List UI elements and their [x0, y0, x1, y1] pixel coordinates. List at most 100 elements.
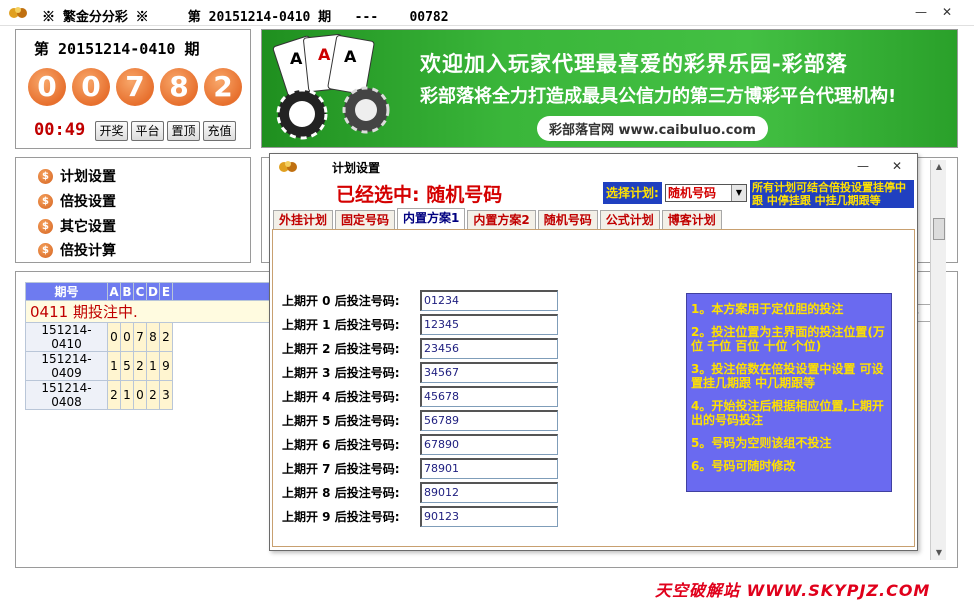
banner-website-link[interactable]: 彩部落官网 www.caibuluo.com: [537, 116, 768, 141]
plan-tabs: 外挂计划 固定号码 内置方案1 内置方案2 随机号码 公式计划 博客计划: [273, 208, 724, 230]
digit-cell: 0: [120, 322, 134, 352]
pin-top-button[interactable]: 置顶: [167, 121, 200, 141]
dialog-title: 计划设置: [332, 161, 381, 175]
info-line: 4。开始投注后根据相应位置,上期开出的号码投注: [691, 399, 884, 427]
coin-icon: $: [38, 218, 53, 234]
column-header: E: [159, 282, 173, 301]
dialog-logo-icon: [279, 161, 297, 172]
info-line: 2。投注位置为主界面的投注位置(万位 千位 百位 十位 个位): [691, 325, 885, 353]
menu-item-multiplier-settings[interactable]: $ 倍投设置: [38, 191, 116, 211]
scroll-thumb[interactable]: [933, 218, 945, 240]
current-issue: 第 20151214-0410 期: [34, 40, 200, 58]
tab-external-plan[interactable]: 外挂计划: [273, 210, 334, 229]
dialog-close-button[interactable]: ✕: [888, 158, 906, 174]
digit-cell: 2: [107, 380, 121, 410]
tab-blog-plan[interactable]: 博客计划: [661, 210, 722, 229]
digit-cell: 1: [107, 351, 121, 381]
tab-random-number[interactable]: 随机号码: [537, 210, 598, 229]
bet-number-input[interactable]: 56789: [420, 410, 558, 431]
row-label: 上期开 0 后投注号码:: [282, 294, 400, 308]
info-line: 3。投注倍数在倍投设置中设置 可设置挂几期跟 中几期跟等: [691, 362, 884, 390]
svg-text:A: A: [318, 45, 331, 64]
draw-ball: 0: [72, 68, 110, 106]
digit-cell: 2: [159, 322, 173, 352]
row-label: 上期开 6 后投注号码:: [282, 438, 400, 452]
footer-watermark: 天空破解站 WWW.SKYPJZ.COM: [655, 581, 931, 600]
digit-cell: 7: [133, 322, 147, 352]
digit-cell: 2: [133, 351, 147, 381]
info-line: 1。本方案用于定位胆的投注: [691, 302, 844, 316]
digit-cell: 3: [159, 380, 173, 410]
digit-cell: 1: [120, 380, 134, 410]
bet-number-input[interactable]: 12345: [420, 314, 558, 335]
coin-icon: $: [38, 242, 53, 258]
digit-cell: 0: [133, 380, 147, 410]
dialog-minimize-button[interactable]: —: [854, 158, 872, 174]
column-header: 期号: [25, 282, 108, 301]
tab-formula-plan[interactable]: 公式计划: [599, 210, 660, 229]
draw-result-button[interactable]: 开奖: [95, 121, 128, 141]
row-label: 上期开 9 后投注号码:: [282, 510, 400, 524]
draw-ball: 0: [28, 68, 66, 106]
recharge-button[interactable]: 充值: [203, 121, 236, 141]
dialog-title-bar: 计划设置 — ✕: [270, 154, 917, 178]
bet-number-input[interactable]: 90123: [420, 506, 558, 527]
countdown-timer: 00:49: [34, 120, 86, 140]
draw-ball: 2: [204, 68, 242, 106]
menu-item-plan-settings[interactable]: $ 计划设置: [38, 166, 116, 186]
draw-panel: 第 20151214-0410 期 0 0 7 8 2 00:49 开奖 平台 …: [15, 29, 251, 149]
banner-subline: 彩部落将全力打造成最具公信力的第三方博彩平台代理机构!: [420, 86, 897, 107]
tab-fixed-number[interactable]: 固定号码: [335, 210, 396, 229]
column-header: D: [146, 282, 160, 301]
row-label: 上期开 8 后投注号码:: [282, 486, 400, 500]
row-label: 上期开 2 后投注号码:: [282, 342, 400, 356]
platform-button[interactable]: 平台: [131, 121, 164, 141]
column-header: C: [133, 282, 147, 301]
draw-ball: 8: [160, 68, 198, 106]
bet-number-input[interactable]: 34567: [420, 362, 558, 383]
tab-builtin-scheme-2[interactable]: 内置方案2: [467, 210, 536, 229]
menu-item-other-settings[interactable]: $ 其它设置: [38, 216, 116, 236]
plan-select-value: 随机号码: [668, 186, 717, 200]
bet-number-input[interactable]: 23456: [420, 338, 558, 359]
bet-number-input[interactable]: 78901: [420, 458, 558, 479]
close-button[interactable]: ✕: [938, 4, 956, 20]
minimize-button[interactable]: —: [912, 4, 930, 20]
column-header: B: [120, 282, 134, 301]
digit-cell: 2: [146, 380, 160, 410]
banner-headline: 欢迎加入玩家代理最喜爱的彩界乐园-彩部落: [420, 52, 848, 76]
row-label: 上期开 7 后投注号码:: [282, 462, 400, 476]
app-logo-icon: [9, 7, 27, 18]
issue-cell: 151214-0410: [25, 322, 108, 352]
bet-number-input[interactable]: 01234: [420, 290, 558, 311]
coin-icon: $: [38, 193, 53, 209]
promo-banner[interactable]: A A A 欢迎加入玩家代理最喜爱的彩界乐园-彩部落 彩部落将全力打造成最具公信…: [261, 29, 958, 148]
scheme-info-box: 1。本方案用于定位胆的投注 2。投注位置为主界面的投注位置(万位 千位 百位 十…: [686, 293, 892, 492]
vertical-scrollbar[interactable]: ▲ ▼: [930, 160, 946, 560]
info-line: 5。号码为空则该组不投注: [691, 436, 832, 450]
digit-cell: 0: [107, 322, 121, 352]
select-plan-label: 选择计划:: [603, 182, 662, 204]
plan-select[interactable]: 随机号码 ▼: [665, 184, 747, 202]
bet-number-input[interactable]: 45678: [420, 386, 558, 407]
chevron-down-icon[interactable]: ▼: [731, 185, 746, 201]
scroll-down-icon[interactable]: ▼: [931, 546, 947, 560]
plan-settings-dialog: 计划设置 — ✕ 已经选中: 随机号码 选择计划: 随机号码 ▼ 所有计划可结合…: [269, 153, 918, 551]
svg-text:A: A: [344, 47, 357, 66]
row-label: 上期开 3 后投注号码:: [282, 366, 400, 380]
tab-builtin-scheme-1[interactable]: 内置方案1: [397, 208, 466, 229]
menu-item-multiplier-calc[interactable]: $ 倍投计算: [38, 240, 116, 260]
plan-note: 所有计划可结合倍投设置挂停中跟 中停挂跟 中挂几期跟等: [750, 180, 914, 208]
digit-cell: 5: [120, 351, 134, 381]
selected-plan-label: 已经选中: 随机号码: [336, 184, 503, 206]
scroll-up-icon[interactable]: ▲: [931, 160, 947, 174]
bet-number-input[interactable]: 89012: [420, 482, 558, 503]
bet-number-input[interactable]: 67890: [420, 434, 558, 455]
issue-cell: 151214-0409: [25, 351, 108, 381]
svg-text:A: A: [290, 49, 303, 68]
digit-cell: 1: [146, 351, 160, 381]
tab-content: 上期开 0 后投注号码: 01234 上期开 1 后投注号码: 12345 上期…: [272, 229, 915, 547]
draw-ball: 7: [116, 68, 154, 106]
title-bar: ※ 繁金分分彩 ※ 第 20151214-0410 期 --- 00782 — …: [0, 0, 974, 26]
poker-cards-icon: A A A: [272, 33, 390, 140]
